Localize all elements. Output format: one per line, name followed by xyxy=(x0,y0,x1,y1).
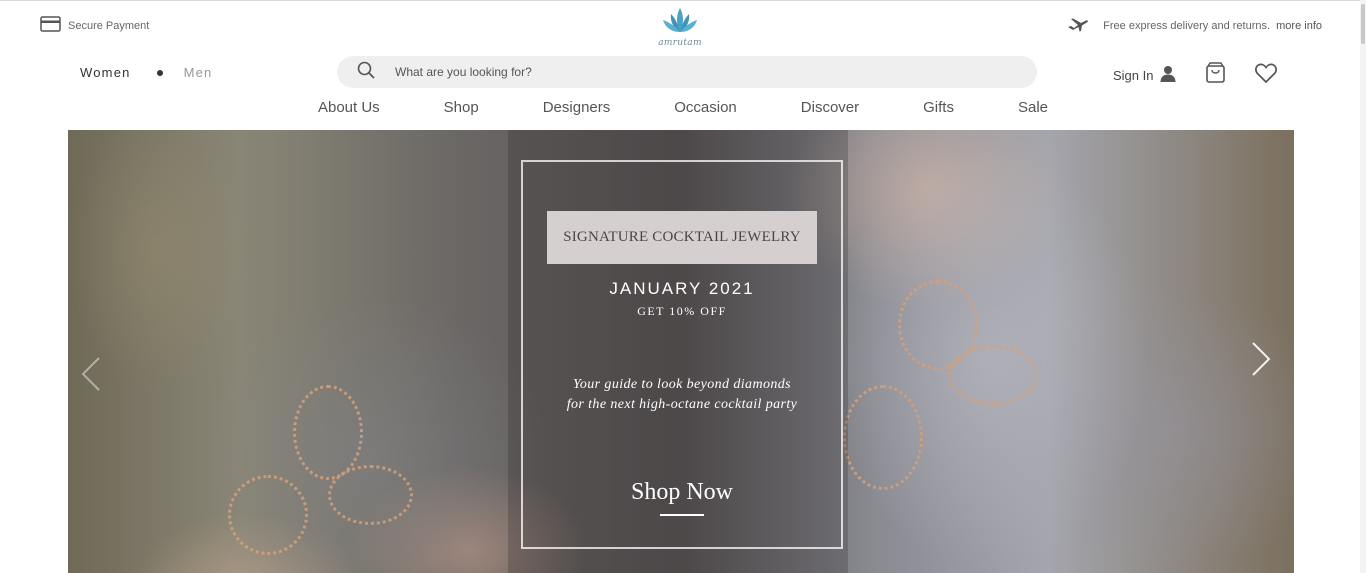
gender-men[interactable]: Men xyxy=(184,65,213,80)
hero-offer: GET 10% OFF xyxy=(637,304,727,318)
search-icon[interactable] xyxy=(357,61,375,84)
logo-text: amrutam xyxy=(658,38,702,48)
card-icon xyxy=(40,16,61,35)
nav-item-occasion[interactable]: Occasion xyxy=(642,99,769,116)
gender-toggle: Women Men xyxy=(80,65,212,80)
hero-tagline-1: Your guide to look beyond diamonds xyxy=(572,377,792,392)
bag-icon[interactable] xyxy=(1206,62,1226,88)
chevron-left-icon[interactable] xyxy=(80,356,102,397)
heart-icon[interactable] xyxy=(1255,63,1278,88)
nav-item-designers[interactable]: Designers xyxy=(511,99,643,116)
plane-icon xyxy=(1067,16,1089,35)
hero-banner[interactable]: SIGNATURE COCKTAIL JEWELRY JANUARY 2021 … xyxy=(68,130,1294,573)
nav-item-discover[interactable]: Discover xyxy=(769,99,891,116)
secure-payment: Secure Payment xyxy=(40,16,149,35)
search-input[interactable] xyxy=(395,65,995,79)
account-area: Sign In xyxy=(1113,62,1278,88)
delivery-text: Free express delivery and returns. xyxy=(1103,19,1271,32)
collection-label: SIGNATURE COCKTAIL JEWELRY xyxy=(547,211,817,264)
sign-in-label: Sign In xyxy=(1113,67,1154,83)
nav-item-shop[interactable]: Shop xyxy=(412,99,511,116)
delivery-info: Free express delivery and returns. more … xyxy=(1067,16,1322,35)
gender-women[interactable]: Women xyxy=(80,65,131,80)
more-info-link[interactable]: more info xyxy=(1276,20,1322,32)
main-nav: About Us Shop Designers Occasion Discove… xyxy=(0,99,1366,116)
search-bar xyxy=(337,56,1037,88)
shop-now-button[interactable]: Shop Now xyxy=(521,479,843,506)
scrollbar-thumb[interactable] xyxy=(1361,4,1365,44)
nav-item-gifts[interactable]: Gifts xyxy=(891,99,986,116)
top-border xyxy=(0,0,1366,1)
nav-item-sale[interactable]: Sale xyxy=(986,99,1080,116)
user-icon xyxy=(1160,65,1176,85)
gender-active-dot xyxy=(156,69,163,76)
logo[interactable]: amrutam xyxy=(650,6,710,48)
page-scrollbar[interactable] xyxy=(1360,0,1366,573)
secure-payment-label: Secure Payment xyxy=(68,19,150,32)
shop-now-underline xyxy=(660,514,704,516)
sign-in-button[interactable]: Sign In xyxy=(1113,65,1176,85)
hero-tagline-2: for the next high-octane cocktail party xyxy=(566,397,798,412)
hero-date: JANUARY 2021 xyxy=(609,279,755,298)
nav-item-about-us[interactable]: About Us xyxy=(286,99,412,116)
chevron-right-icon[interactable] xyxy=(1250,341,1272,382)
